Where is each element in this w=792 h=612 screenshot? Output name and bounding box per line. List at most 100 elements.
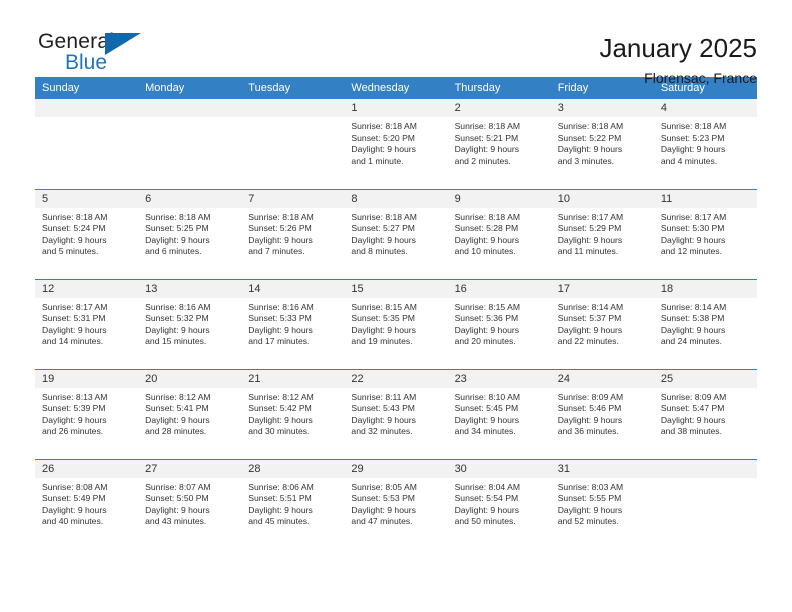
day-details: Sunrise: 8:11 AM Sunset: 5:43 PM Dayligh…	[344, 388, 447, 438]
sunset-text: Sunset: 5:36 PM	[454, 313, 519, 323]
sunset-text: Sunset: 5:45 PM	[454, 403, 519, 413]
sunrise-text: Sunrise: 8:16 AM	[145, 301, 211, 312]
day-cell[interactable]: 12 Sunrise: 8:17 AM Sunset: 5:31 PM Dayl…	[35, 278, 139, 369]
sunset-text: Sunset: 5:54 PM	[454, 493, 519, 503]
logo-triangle-icon	[105, 33, 141, 55]
day-details: Sunrise: 8:06 AM Sunset: 5:51 PM Dayligh…	[241, 478, 344, 528]
day-number: 25	[653, 369, 757, 388]
sunset-text: Sunset: 5:32 PM	[145, 313, 209, 323]
day-cell[interactable]: 29 Sunrise: 8:05 AM Sunset: 5:53 PM Dayl…	[344, 458, 448, 549]
sunrise-text: Sunrise: 8:17 AM	[660, 211, 727, 222]
day-number: 5	[35, 189, 139, 208]
day-cell[interactable]: 22 Sunrise: 8:11 AM Sunset: 5:43 PM Dayl…	[344, 368, 448, 459]
daylight-text-line1: Daylight: 9 hours	[351, 144, 416, 154]
day-number: 17	[550, 279, 654, 298]
daylight-text-line2: and 17 minutes.	[248, 336, 310, 346]
daylight-text-line1: Daylight: 9 hours	[454, 504, 520, 515]
sunrise-text: Sunrise: 8:12 AM	[145, 391, 211, 402]
day-number: 14	[241, 279, 345, 298]
day-cell[interactable]: 28 Sunrise: 8:06 AM Sunset: 5:51 PM Dayl…	[241, 458, 345, 549]
day-details	[35, 117, 138, 121]
day-cell[interactable]: 23 Sunrise: 8:10 AM Sunset: 5:45 PM Dayl…	[447, 368, 551, 459]
day-cell[interactable]: 3 Sunrise: 8:18 AM Sunset: 5:22 PM Dayli…	[550, 99, 654, 189]
day-cell[interactable]	[35, 99, 139, 189]
day-cell[interactable]: 10 Sunrise: 8:17 AM Sunset: 5:29 PM Dayl…	[550, 188, 654, 279]
day-cell[interactable]: 26 Sunrise: 8:08 AM Sunset: 5:49 PM Dayl…	[35, 458, 139, 549]
day-cell[interactable]: 17 Sunrise: 8:14 AM Sunset: 5:37 PM Dayl…	[550, 278, 654, 369]
day-number: 16	[447, 279, 551, 298]
day-cell[interactable]: 11 Sunrise: 8:17 AM Sunset: 5:30 PM Dayl…	[653, 188, 757, 279]
page-header: General Blue January 2025 Florensac, Fra…	[35, 0, 757, 87]
day-details: Sunrise: 8:13 AM Sunset: 5:39 PM Dayligh…	[35, 388, 138, 438]
day-cell[interactable]: 27 Sunrise: 8:07 AM Sunset: 5:50 PM Dayl…	[138, 458, 242, 549]
generalblue-logo[interactable]: General Blue	[35, 31, 158, 83]
daylight-text-line2: and 3 minutes.	[557, 155, 615, 166]
sunrise-text: Sunrise: 8:18 AM	[351, 121, 417, 131]
day-details: Sunrise: 8:18 AM Sunset: 5:21 PM Dayligh…	[448, 117, 551, 167]
sunset-text: Sunset: 5:22 PM	[557, 132, 622, 143]
day-number	[138, 99, 242, 117]
daylight-text-line1: Daylight: 9 hours	[42, 414, 107, 425]
day-number: 15	[344, 279, 448, 298]
sunset-text: Sunset: 5:55 PM	[557, 493, 622, 503]
day-cell[interactable]: 1 Sunrise: 8:18 AM Sunset: 5:20 PM Dayli…	[344, 99, 448, 189]
day-cell[interactable]: 21 Sunrise: 8:12 AM Sunset: 5:42 PM Dayl…	[241, 368, 345, 459]
daylight-text-line2: and 50 minutes.	[454, 516, 516, 526]
day-details: Sunrise: 8:16 AM Sunset: 5:33 PM Dayligh…	[241, 298, 344, 348]
day-cell[interactable]: 2 Sunrise: 8:18 AM Sunset: 5:21 PM Dayli…	[447, 99, 551, 189]
day-cell[interactable]: 24 Sunrise: 8:09 AM Sunset: 5:46 PM Dayl…	[550, 368, 654, 459]
day-cell[interactable]: 5 Sunrise: 8:18 AM Sunset: 5:24 PM Dayli…	[35, 188, 139, 279]
day-cell[interactable]	[241, 99, 345, 189]
day-cell[interactable]: 31 Sunrise: 8:03 AM Sunset: 5:55 PM Dayl…	[550, 458, 654, 549]
day-details	[654, 478, 757, 482]
daylight-text-line1: Daylight: 9 hours	[454, 324, 520, 335]
sunrise-text: Sunrise: 8:18 AM	[42, 211, 108, 222]
day-cell[interactable]: 9 Sunrise: 8:18 AM Sunset: 5:28 PM Dayli…	[447, 188, 551, 279]
sunrise-text: Sunrise: 8:15 AM	[351, 301, 417, 312]
sunset-text: Sunset: 5:38 PM	[660, 313, 725, 323]
sunrise-text: Sunrise: 8:18 AM	[145, 211, 211, 222]
day-cell[interactable]: 13 Sunrise: 8:16 AM Sunset: 5:32 PM Dayl…	[138, 278, 242, 369]
day-cell[interactable]: 14 Sunrise: 8:16 AM Sunset: 5:33 PM Dayl…	[241, 278, 345, 369]
daylight-text-line2: and 19 minutes.	[351, 336, 413, 346]
day-cell[interactable]: 18 Sunrise: 8:14 AM Sunset: 5:38 PM Dayl…	[653, 278, 757, 369]
day-number: 29	[344, 459, 448, 478]
day-details: Sunrise: 8:18 AM Sunset: 5:23 PM Dayligh…	[654, 117, 757, 167]
daylight-text-line2: and 45 minutes.	[248, 516, 310, 526]
day-details: Sunrise: 8:18 AM Sunset: 5:26 PM Dayligh…	[241, 208, 344, 258]
day-number: 6	[138, 189, 242, 208]
day-number: 31	[550, 459, 654, 478]
daylight-text-line2: and 6 minutes.	[145, 246, 202, 256]
sunset-text: Sunset: 5:37 PM	[557, 313, 622, 323]
day-number: 21	[241, 369, 345, 388]
day-cell[interactable]: 15 Sunrise: 8:15 AM Sunset: 5:35 PM Dayl…	[344, 278, 448, 369]
sunrise-text: Sunrise: 8:09 AM	[660, 391, 727, 402]
daylight-text-line2: and 38 minutes.	[660, 426, 722, 436]
day-cell[interactable]: 19 Sunrise: 8:13 AM Sunset: 5:39 PM Dayl…	[35, 368, 139, 459]
day-cell[interactable]	[138, 99, 242, 189]
daylight-text-line2: and 40 minutes.	[42, 516, 104, 526]
day-details: Sunrise: 8:14 AM Sunset: 5:37 PM Dayligh…	[551, 298, 654, 348]
sunset-text: Sunset: 5:25 PM	[145, 223, 209, 233]
day-cell[interactable]: 8 Sunrise: 8:18 AM Sunset: 5:27 PM Dayli…	[344, 188, 448, 279]
day-cell[interactable]: 7 Sunrise: 8:18 AM Sunset: 5:26 PM Dayli…	[241, 188, 345, 279]
day-number: 18	[653, 279, 757, 298]
day-cell[interactable]: 30 Sunrise: 8:04 AM Sunset: 5:54 PM Dayl…	[447, 458, 551, 549]
sunrise-text: Sunrise: 8:08 AM	[42, 481, 108, 492]
day-details: Sunrise: 8:17 AM Sunset: 5:30 PM Dayligh…	[654, 208, 757, 258]
day-cell[interactable]: 6 Sunrise: 8:18 AM Sunset: 5:25 PM Dayli…	[138, 188, 242, 279]
day-cell[interactable]: 20 Sunrise: 8:12 AM Sunset: 5:41 PM Dayl…	[138, 368, 242, 459]
day-cell[interactable]: 4 Sunrise: 8:18 AM Sunset: 5:23 PM Dayli…	[653, 99, 757, 189]
day-cell[interactable]	[653, 458, 757, 549]
sunrise-text: Sunrise: 8:17 AM	[557, 211, 624, 222]
sunrise-text: Sunrise: 8:03 AM	[557, 481, 624, 492]
weekday-header-tuesday: Tuesday	[241, 77, 345, 99]
sunrise-text: Sunrise: 8:10 AM	[454, 391, 521, 402]
daylight-text-line2: and 4 minutes.	[660, 155, 718, 166]
day-cell[interactable]: 16 Sunrise: 8:15 AM Sunset: 5:36 PM Dayl…	[447, 278, 551, 369]
day-number: 22	[344, 369, 448, 388]
day-details: Sunrise: 8:08 AM Sunset: 5:49 PM Dayligh…	[35, 478, 138, 528]
daylight-text-line1: Daylight: 9 hours	[557, 144, 623, 154]
daylight-text-line2: and 43 minutes.	[145, 516, 207, 526]
day-cell[interactable]: 25 Sunrise: 8:09 AM Sunset: 5:47 PM Dayl…	[653, 368, 757, 459]
